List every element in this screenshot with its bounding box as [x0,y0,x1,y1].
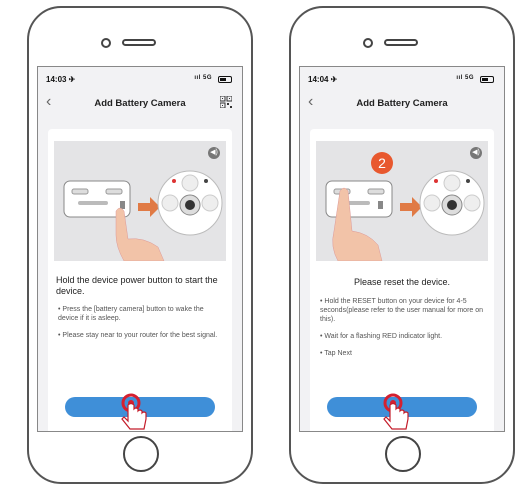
power-button-illustration [63,170,223,262]
step-number: 2 [378,155,386,171]
signal-indicator: ııl 5G [456,75,474,81]
status-time: 14:04 ✈ [308,75,338,84]
front-camera [363,38,373,48]
speaker-icon[interactable]: ◀) [470,147,482,159]
qr-code-icon[interactable] [220,96,232,108]
signal-indicator: ııl 5G [194,75,212,81]
list-item: • Tap Next [320,350,352,357]
battery-icon [480,76,494,83]
front-camera [101,38,111,48]
arrow-icon [400,197,422,217]
page-title: Add Battery Camera [356,98,448,109]
status-bar: 14:04 ✈ ııl 5G [300,75,504,87]
battery-icon [218,76,232,83]
instruction-list: • Hold the RESET button on your device f… [320,297,486,366]
instruction-list: • Press the [battery camera] button to w… [58,305,224,348]
home-button [385,436,421,472]
instruction-illustration: ◀) [54,141,226,262]
reset-button-illustration: 2 [325,152,485,262]
tap-hand-icon [383,393,409,430]
list-item: • Please stay near to your router for th… [58,332,218,339]
instruction-illustration: 2 ◀) [316,141,488,262]
arrow-icon [138,197,160,217]
list-item: • Hold the RESET button on your device f… [320,298,484,323]
phone-screen: 14:03 ✈ ııl 5G ‹ Add Battery Camera ◀) H… [37,66,243,432]
phone-frame-right: 14:04 ✈ ııl 5G ‹ Add Battery Camera 2 ◀)… [289,6,515,484]
instruction-heading: Please reset the device. [353,277,451,287]
tap-hand-icon [121,393,147,430]
content-card: 2 ◀) Please reset the device. • Hold the… [310,129,494,431]
instruction-heading: Hold the device power button to start th… [56,275,218,296]
status-bar: 14:03 ✈ ııl 5G [38,75,242,87]
page-title: Add Battery Camera [94,98,186,109]
list-item: • Wait for a flashing RED indicator ligh… [320,333,443,340]
speaker-icon[interactable]: ◀) [208,147,220,159]
list-item: • Press the [battery camera] button to w… [58,306,204,322]
nav-bar: ‹ Add Battery Camera [300,93,504,115]
earpiece-speaker [384,39,418,46]
status-time: 14:03 ✈ [46,75,76,84]
home-button [123,436,159,472]
nav-bar: ‹ Add Battery Camera [38,93,242,115]
content-card: ◀) Hold the device power button to start… [48,129,232,431]
phone-screen: 14:04 ✈ ııl 5G ‹ Add Battery Camera 2 ◀)… [299,66,505,432]
phone-frame-left: 14:03 ✈ ııl 5G ‹ Add Battery Camera ◀) H… [27,6,253,484]
earpiece-speaker [122,39,156,46]
